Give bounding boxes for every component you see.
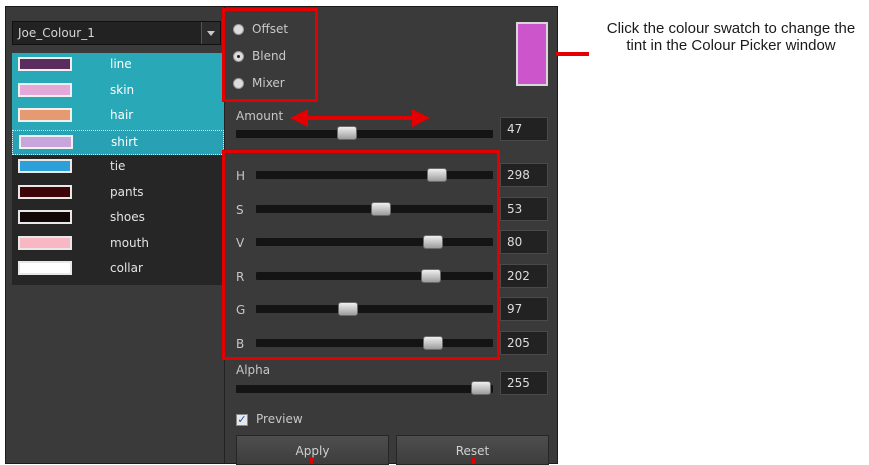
colour-swatch[interactable]	[18, 261, 72, 275]
colour-row-pants[interactable]: pants	[12, 181, 224, 207]
palette-dropdown[interactable]: Joe_Colour_1	[12, 21, 221, 45]
channel-value-field-g[interactable]: 97	[500, 297, 548, 321]
colour-name: shoes	[110, 210, 145, 224]
alpha-value-field[interactable]: 255	[500, 371, 548, 395]
colour-name: line	[110, 57, 132, 71]
palette-name: Joe_Colour_1	[18, 26, 95, 40]
channel-value-field-h[interactable]: 298	[500, 163, 548, 187]
colour-row-shoes[interactable]: shoes	[12, 206, 224, 232]
alpha-slider-handle[interactable]	[471, 381, 491, 395]
chevron-down-icon[interactable]	[201, 22, 220, 44]
preview-label: Preview	[256, 412, 303, 426]
colour-row-shirt[interactable]: shirt	[12, 129, 224, 155]
colour-name: pants	[110, 184, 144, 199]
colour-name: mouth	[110, 235, 149, 250]
preview-checkbox[interactable]: ✓	[236, 414, 248, 426]
colour-swatch[interactable]	[18, 210, 72, 224]
amount-label: Amount	[236, 109, 284, 123]
colour-name: collar	[110, 261, 143, 275]
amount-slider-track[interactable]	[236, 130, 493, 138]
alpha-slider-track[interactable]	[236, 385, 493, 393]
callout-text: Click the colour swatch to change the ti…	[606, 20, 856, 54]
reset-pointer-mark	[472, 458, 475, 464]
colour-row-mouth[interactable]: mouth	[12, 232, 224, 258]
colour-swatch[interactable]	[18, 108, 72, 122]
colour-swatch[interactable]	[18, 159, 72, 173]
colour-name: tie	[110, 159, 126, 173]
channel-value-field-b[interactable]: 205	[500, 330, 548, 355]
colour-row-skin[interactable]: skin	[12, 78, 224, 104]
amount-value-field[interactable]: 47	[500, 117, 548, 141]
channel-value-field-v[interactable]: 80	[500, 230, 548, 254]
highlight-mode-box	[222, 8, 318, 102]
alpha-label: Alpha	[236, 363, 271, 377]
double-arrow-icon	[290, 109, 430, 127]
colour-swatch[interactable]	[18, 184, 72, 199]
colour-name: shirt	[111, 134, 138, 149]
colour-swatch[interactable]	[19, 134, 73, 149]
colour-list: line skin hair shirt tie pants shoes mouth colla…	[12, 53, 224, 285]
colour-swatch[interactable]	[18, 82, 72, 97]
colour-name: skin	[110, 82, 135, 97]
colour-row-hair[interactable]: hair	[12, 104, 224, 130]
colour-name: hair	[110, 108, 134, 122]
highlight-channels-box	[222, 150, 500, 360]
apply-pointer-mark	[310, 458, 313, 464]
colour-swatch[interactable]	[18, 235, 72, 250]
channel-value-field-s[interactable]: 53	[500, 196, 548, 221]
colour-row-line[interactable]: line	[12, 53, 224, 79]
tint-colour-swatch[interactable]	[516, 22, 548, 86]
amount-slider-handle[interactable]	[337, 126, 358, 140]
channel-value-field-r[interactable]: 202	[500, 263, 548, 288]
colour-row-tie[interactable]: tie	[12, 155, 224, 181]
palette-pane: Joe_Colour_1 line skin hair shirt tie pants sh…	[6, 7, 225, 463]
colour-row-collar[interactable]: collar	[12, 257, 224, 283]
colour-swatch[interactable]	[18, 57, 72, 71]
callout-line	[556, 52, 589, 56]
